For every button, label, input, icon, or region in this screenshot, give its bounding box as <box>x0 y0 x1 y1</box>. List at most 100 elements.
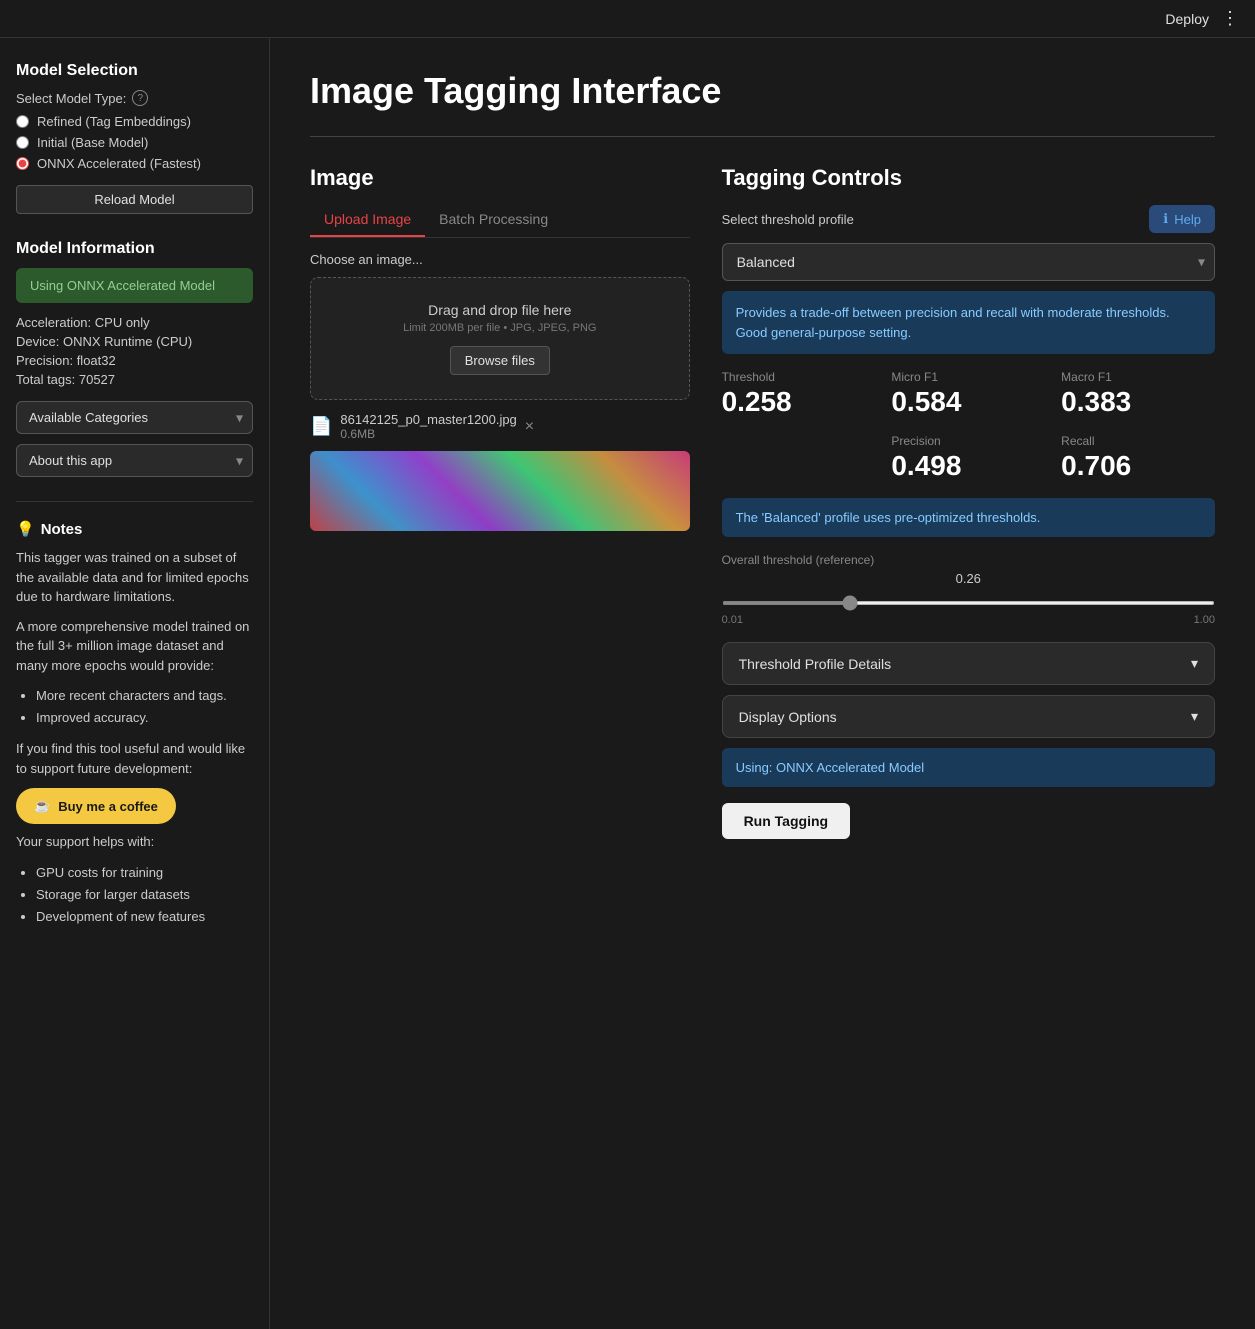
bullet-item: Improved accuracy. <box>36 707 253 729</box>
main-content: Image Tagging Interface Image Upload Ima… <box>270 38 1255 1329</box>
device-info: Device: ONNX Runtime (CPU) <box>16 334 253 349</box>
slider-minmax: 0.01 1.00 <box>722 614 1215 626</box>
file-info: 86142125_p0_master1200.jpg 0.6MB <box>340 412 516 441</box>
help-button[interactable]: ℹ Help <box>1149 205 1215 233</box>
bullet-item: More recent characters and tags. <box>36 685 253 707</box>
file-row: 📄 86142125_p0_master1200.jpg 0.6MB × <box>310 412 690 441</box>
layout: Model Selection Select Model Type: ? Ref… <box>0 38 1255 1329</box>
tagging-controls-title: Tagging Controls <box>722 165 1215 191</box>
notes-para-2: A more comprehensive model trained on th… <box>16 617 253 676</box>
about-this-app-select[interactable]: About this app <box>16 444 253 477</box>
info-icon: ℹ <box>1163 211 1168 227</box>
tagging-controls-panel: Tagging Controls Select threshold profil… <box>722 165 1215 839</box>
upload-title: Drag and drop file here <box>327 302 673 318</box>
threshold-metric-label: Threshold <box>722 370 876 384</box>
slider-max: 1.00 <box>1194 614 1215 626</box>
precision-info: Precision: float32 <box>16 353 253 368</box>
tab-upload-image[interactable]: Upload Image <box>310 205 425 237</box>
profile-select-wrapper[interactable]: Balanced Precision Recall Custom ▾ <box>722 243 1215 281</box>
threshold-slider[interactable] <box>722 601 1215 605</box>
notes-bullets-1: More recent characters and tags. Improve… <box>16 685 253 729</box>
metrics-grid: Threshold 0.258 Micro F1 0.584 Macro F1 … <box>722 370 1215 418</box>
select-model-type-label: Select Model Type: ? <box>16 90 253 106</box>
precision-label: Precision <box>891 434 1045 448</box>
topbar: Deploy ⋮ <box>0 0 1255 38</box>
upload-subtitle: Limit 200MB per file • JPG, JPEG, PNG <box>327 322 673 334</box>
image-panel-title: Image <box>310 165 690 191</box>
choose-image-label: Choose an image... <box>310 252 690 267</box>
micro-f1-value: 0.584 <box>891 386 1045 418</box>
profile-select[interactable]: Balanced Precision Recall Custom <box>722 243 1215 281</box>
sidebar: Model Selection Select Model Type: ? Ref… <box>0 38 270 1329</box>
recall-label: Recall <box>1061 434 1215 448</box>
reload-model-button[interactable]: Reload Model <box>16 185 253 214</box>
chevron-down-icon: ▾ <box>1191 708 1198 725</box>
total-tags-info: Total tags: 70527 <box>16 372 253 387</box>
two-col-layout: Image Upload Image Batch Processing Choo… <box>310 165 1215 839</box>
metric-threshold: Threshold 0.258 <box>722 370 876 418</box>
threshold-profile-details-toggle[interactable]: Threshold Profile Details ▾ <box>722 642 1215 685</box>
image-tabs: Upload Image Batch Processing <box>310 205 690 238</box>
slider-min: 0.01 <box>722 614 743 626</box>
macro-f1-label: Macro F1 <box>1061 370 1215 384</box>
recall-value: 0.706 <box>1061 450 1215 482</box>
metric-precision: Precision 0.498 <box>891 434 1045 482</box>
threshold-profile-label: Select threshold profile <box>722 212 854 227</box>
notes-bullets-2: GPU costs for training Storage for large… <box>16 862 253 928</box>
display-options-toggle[interactable]: Display Options ▾ <box>722 695 1215 738</box>
bullet-item: GPU costs for training <box>36 862 253 884</box>
notes-para-3: If you find this tool useful and would l… <box>16 739 253 778</box>
browse-files-button[interactable]: Browse files <box>450 346 550 375</box>
deploy-button[interactable]: Deploy <box>1165 11 1209 27</box>
your-support-text: Your support helps with: <box>16 832 253 852</box>
buy-coffee-button[interactable]: ☕ Buy me a coffee <box>16 788 176 824</box>
coffee-icon: ☕ <box>34 798 50 814</box>
file-name: 86142125_p0_master1200.jpg <box>340 412 516 427</box>
sidebar-divider <box>16 501 253 502</box>
balanced-note: The 'Balanced' profile uses pre-optimize… <box>722 498 1215 537</box>
notes-section: 💡 Notes This tagger was trained on a sub… <box>16 516 253 938</box>
active-model-box: Using ONNX Accelerated Model <box>16 268 253 303</box>
file-size: 0.6MB <box>340 427 516 441</box>
overall-threshold-value: 0.26 <box>722 571 1215 586</box>
model-information-title: Model Information <box>16 240 253 258</box>
image-preview <box>310 451 690 531</box>
profile-description: Provides a trade-off between precision a… <box>722 291 1215 354</box>
threshold-metric-value: 0.258 <box>722 386 876 418</box>
page-divider <box>310 136 1215 137</box>
file-icon: 📄 <box>310 416 332 437</box>
threshold-slider-wrapper <box>722 592 1215 608</box>
notes-title: 💡 Notes <box>16 520 253 538</box>
run-tagging-button[interactable]: Run Tagging <box>722 803 851 839</box>
upload-dropzone[interactable]: Drag and drop file here Limit 200MB per … <box>310 277 690 400</box>
overall-threshold-label: Overall threshold (reference) <box>722 553 1215 567</box>
bullet-item: Development of new features <box>36 906 253 928</box>
file-close-button[interactable]: × <box>525 418 534 436</box>
page-title: Image Tagging Interface <box>310 70 1215 112</box>
macro-f1-value: 0.383 <box>1061 386 1215 418</box>
image-panel: Image Upload Image Batch Processing Choo… <box>310 165 690 531</box>
acceleration-info: Acceleration: CPU only <box>16 315 253 330</box>
metric-micro-f1: Micro F1 0.584 <box>891 370 1045 418</box>
model-selection-title: Model Selection <box>16 62 253 80</box>
bullet-item: Storage for larger datasets <box>36 884 253 906</box>
radio-refined[interactable]: Refined (Tag Embeddings) <box>16 114 253 129</box>
threshold-header: Select threshold profile ℹ Help <box>722 205 1215 233</box>
more-options-button[interactable]: ⋮ <box>1221 8 1239 29</box>
image-preview-inner <box>310 451 690 531</box>
chevron-down-icon: ▾ <box>1191 655 1198 672</box>
metrics-row2: Precision 0.498 Recall 0.706 <box>722 434 1215 482</box>
model-type-help-icon[interactable]: ? <box>132 90 148 106</box>
tab-batch-processing[interactable]: Batch Processing <box>425 205 562 237</box>
metric-macro-f1: Macro F1 0.383 <box>1061 370 1215 418</box>
about-this-app-dropdown[interactable]: About this app ▾ <box>16 444 253 477</box>
micro-f1-label: Micro F1 <box>891 370 1045 384</box>
available-categories-select[interactable]: Available Categories <box>16 401 253 434</box>
radio-initial[interactable]: Initial (Base Model) <box>16 135 253 150</box>
precision-value: 0.498 <box>891 450 1045 482</box>
available-categories-dropdown[interactable]: Available Categories ▾ <box>16 401 253 434</box>
metric-recall: Recall 0.706 <box>1061 434 1215 482</box>
model-active-box: Using: ONNX Accelerated Model <box>722 748 1215 787</box>
radio-onnx[interactable]: ONNX Accelerated (Fastest) <box>16 156 253 171</box>
model-type-radio-group: Refined (Tag Embeddings) Initial (Base M… <box>16 114 253 171</box>
